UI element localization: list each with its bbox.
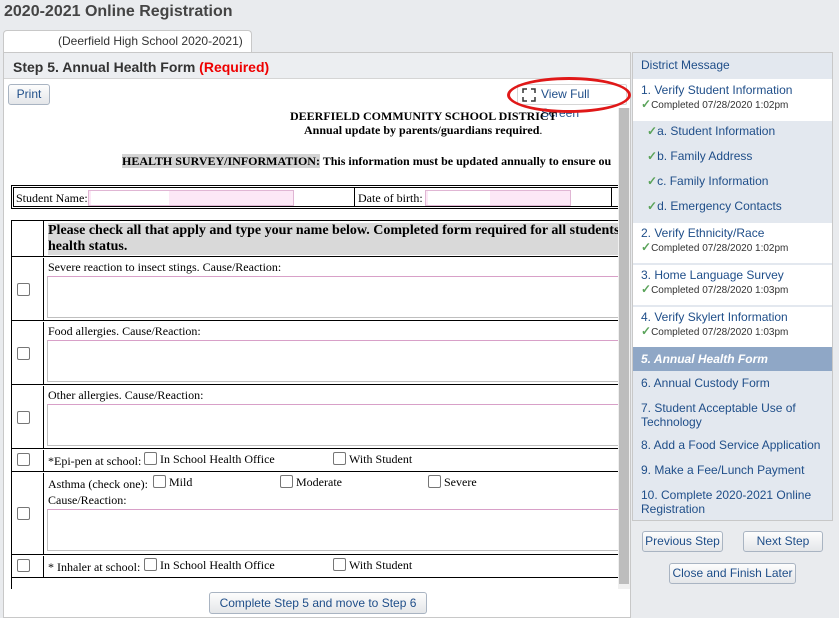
inhaler-office-checkbox[interactable] bbox=[144, 558, 157, 571]
step-header: Step 5. Annual Health Form (Required) bbox=[4, 53, 630, 79]
asthma-severe-checkbox[interactable] bbox=[428, 475, 441, 488]
sidebar-item-step2[interactable]: 2. Verify Ethnicity/Race ✓Completed 07/2… bbox=[633, 223, 832, 263]
school-tab[interactable]: (Deerfield High School 2020-2021) bbox=[3, 30, 252, 52]
checkmark-icon: ✓ bbox=[647, 124, 658, 138]
survey-text: This information must be updated annuall… bbox=[319, 154, 612, 168]
dob-field[interactable] bbox=[425, 190, 571, 206]
checkmark-icon: ✓ bbox=[641, 324, 652, 338]
epipen-office-checkbox[interactable] bbox=[144, 452, 157, 465]
sidebar-item-step3[interactable]: 3. Home Language Survey ✓Completed 07/28… bbox=[633, 265, 832, 305]
sidebar-item-step8[interactable]: 8. Add a Food Service Application bbox=[633, 438, 832, 458]
complete-step-button[interactable]: Complete Step 5 and move to Step 6 bbox=[209, 592, 427, 614]
table-row-inhaler: * Inhaler at school: In School Health Of… bbox=[12, 556, 618, 578]
page-title: 2020-2021 Online Registration bbox=[4, 3, 233, 20]
asthma-cause-label: Cause/Reaction: bbox=[48, 493, 127, 507]
food-checkbox[interactable] bbox=[17, 347, 30, 360]
asthma-textarea[interactable] bbox=[47, 509, 618, 551]
epipen-student-checkbox[interactable] bbox=[333, 452, 346, 465]
annual-note: Annual update by parents/guardians requi… bbox=[304, 123, 543, 137]
dob-label: Date of birth: bbox=[358, 191, 423, 205]
sidebar-item-district-message[interactable]: District Message bbox=[633, 58, 832, 76]
checkmark-icon: ✓ bbox=[641, 240, 652, 254]
asthma-severe-option[interactable]: Severe bbox=[428, 475, 477, 490]
school-tab-label: (Deerfield High School 2020-2021) bbox=[58, 34, 243, 48]
asthma-moderate-option[interactable]: Moderate bbox=[280, 475, 342, 490]
sidebar-item-step1[interactable]: 1. Verify Student Information ✓Completed… bbox=[633, 79, 832, 121]
asthma-mild-checkbox[interactable] bbox=[153, 475, 166, 488]
survey-heading: HEALTH SURVEY/INFORMATION: This informat… bbox=[122, 154, 611, 169]
scrollbar-thumb[interactable] bbox=[619, 108, 629, 584]
table-row-epipen: *Epi-pen at school: In School Health Off… bbox=[12, 450, 618, 472]
health-table: Please check all that apply and type you… bbox=[11, 220, 618, 589]
step-title: Step 5. Annual Health Form bbox=[13, 59, 196, 75]
table-header-row: Please check all that apply and type you… bbox=[12, 221, 618, 257]
checkmark-icon: ✓ bbox=[647, 199, 658, 213]
epipen-student-option[interactable]: With Student bbox=[333, 452, 412, 467]
expand-icon bbox=[522, 88, 536, 108]
checkmark-icon: ✓ bbox=[647, 149, 658, 163]
checkmark-icon: ✓ bbox=[641, 97, 652, 111]
sidebar-item-step7[interactable]: 7. Student Acceptable Use of Technology bbox=[633, 401, 832, 435]
epipen-label: *Epi-pen at school: bbox=[48, 454, 142, 468]
inhaler-checkbox[interactable] bbox=[17, 559, 30, 572]
steps-sidebar: District Message 1. Verify Student Infor… bbox=[632, 52, 833, 521]
main-panel: Step 5. Annual Health Form (Required) Pr… bbox=[3, 52, 631, 618]
asthma-moderate-checkbox[interactable] bbox=[280, 475, 293, 488]
view-full-screen-button[interactable]: View Full Screen bbox=[517, 84, 627, 120]
close-finish-later-button[interactable]: Close and Finish Later bbox=[669, 563, 796, 584]
asthma-checkbox[interactable] bbox=[17, 507, 30, 520]
inhaler-student-option[interactable]: With Student bbox=[333, 558, 412, 573]
checkmark-icon: ✓ bbox=[641, 282, 652, 296]
sidebar-item-family-information[interactable]: ✓c. Family Information bbox=[633, 174, 832, 196]
previous-step-button[interactable]: Previous Step bbox=[642, 531, 723, 552]
next-step-button[interactable]: Next Step bbox=[743, 531, 823, 552]
table-row-food: Food allergies. Cause/Reaction: bbox=[12, 322, 618, 385]
sidebar-item-step5[interactable]: 5. Annual Health Form bbox=[633, 347, 832, 371]
health-form-document: DEERFIELD COMMUNITY SCHOOL DISTRICT Annu… bbox=[4, 108, 618, 589]
inhaler-office-option[interactable]: In School Health Office bbox=[144, 558, 275, 573]
inhaler-label: * Inhaler at school: bbox=[48, 560, 141, 574]
sidebar-item-step4[interactable]: 4. Verify Skylert Information ✓Completed… bbox=[633, 307, 832, 347]
sidebar-item-emergency-contacts[interactable]: ✓d. Emergency Contacts bbox=[633, 199, 832, 221]
district-name: DEERFIELD COMMUNITY SCHOOL DISTRICT bbox=[290, 109, 557, 123]
student-name-label: Student Name: bbox=[16, 191, 88, 205]
table-row-asthma: Asthma (check one): Mild Moderate Severe… bbox=[12, 473, 618, 555]
asthma-mild-option[interactable]: Mild bbox=[153, 475, 192, 490]
sidebar-item-student-information[interactable]: ✓a. Student Information bbox=[633, 124, 832, 146]
table-row-insect: Severe reaction to insect stings. Cause/… bbox=[12, 258, 618, 321]
epipen-checkbox[interactable] bbox=[17, 453, 30, 466]
checkmark-icon: ✓ bbox=[647, 174, 658, 188]
sidebar-item-step10[interactable]: 10. Complete 2020-2021 Online Registrati… bbox=[633, 488, 832, 522]
insect-label: Severe reaction to insect stings. Cause/… bbox=[48, 260, 282, 274]
print-button[interactable]: Print bbox=[8, 84, 50, 105]
required-label: (Required) bbox=[199, 59, 270, 75]
asthma-label: Asthma (check one): bbox=[48, 477, 148, 491]
insect-textarea[interactable] bbox=[47, 276, 618, 318]
inhaler-student-checkbox[interactable] bbox=[333, 558, 346, 571]
table-header: Please check all that apply and type you… bbox=[48, 223, 618, 255]
other-allergies-label: Other allergies. Cause/Reaction: bbox=[48, 388, 204, 402]
insect-checkbox[interactable] bbox=[17, 283, 30, 296]
epipen-office-option[interactable]: In School Health Office bbox=[144, 452, 275, 467]
sidebar-item-step6[interactable]: 6. Annual Custody Form bbox=[633, 376, 832, 396]
sidebar-item-family-address[interactable]: ✓b. Family Address bbox=[633, 149, 832, 171]
food-textarea[interactable] bbox=[47, 340, 618, 382]
other-allergies-checkbox[interactable] bbox=[17, 411, 30, 424]
survey-label: HEALTH SURVEY/INFORMATION: bbox=[122, 154, 320, 168]
student-info-box: Student Name: Date of birth: bbox=[11, 185, 618, 209]
other-allergies-textarea[interactable] bbox=[47, 404, 618, 446]
sidebar-item-step9[interactable]: 9. Make a Fee/Lunch Payment bbox=[633, 463, 832, 483]
form-scrollbar[interactable] bbox=[618, 108, 630, 589]
food-label: Food allergies. Cause/Reaction: bbox=[48, 324, 201, 338]
table-row-other: Other allergies. Cause/Reaction: bbox=[12, 386, 618, 449]
student-name-field[interactable] bbox=[88, 190, 294, 206]
